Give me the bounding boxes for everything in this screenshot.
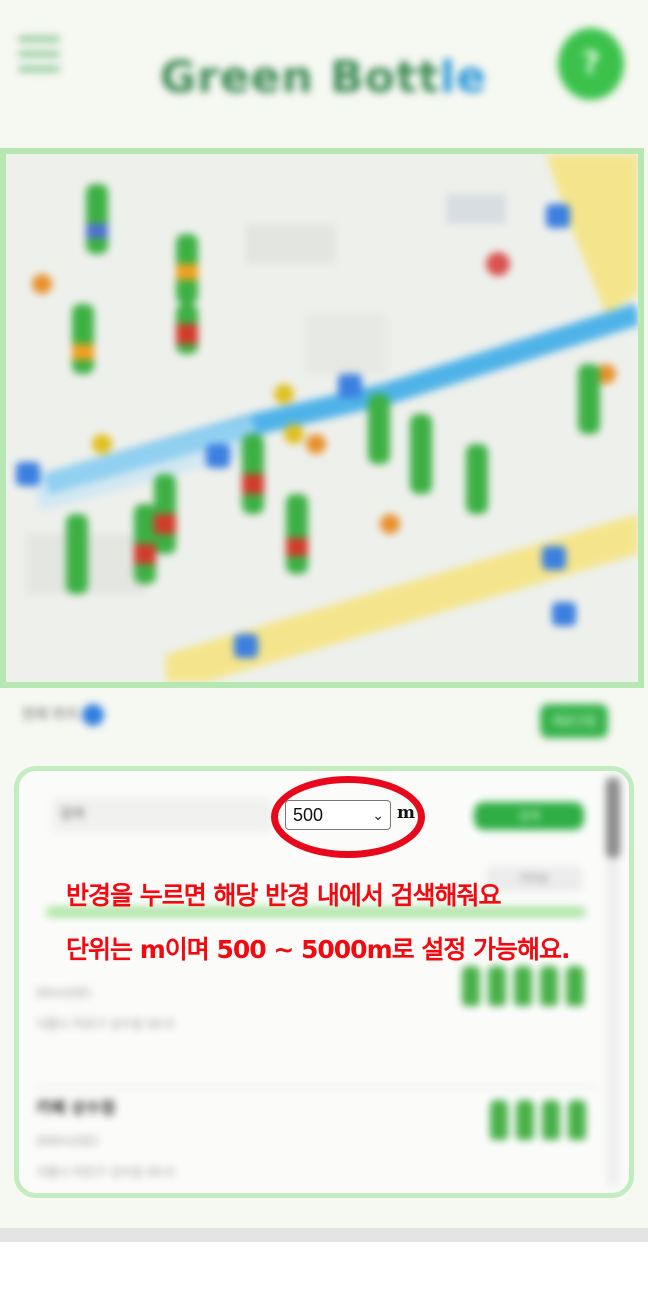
list-divider [36,1086,596,1088]
result-address: 서울시 마포구 상수동 00-0 [36,1017,175,1031]
result-bottle-icons [490,1100,586,1140]
app-logo: Green Bottle [160,52,487,103]
result-address: 서울시 마포구 상수동 00-0 [36,1165,175,1179]
current-location[interactable]: 현재 위치 [22,704,104,726]
app-screen: Green Bottle ? 현재 위치 새로고침 검색 500 ⌄ m 검색 … [0,0,648,1240]
help-button[interactable]: ? [558,28,624,100]
panel-scrollbar-thumb[interactable] [606,778,620,858]
bottom-shadow [0,1228,648,1242]
search-input[interactable]: 검색 [52,798,272,832]
map-canvas [6,154,638,682]
hamburger-icon[interactable] [18,36,60,80]
refresh-button[interactable]: 새로고침 [540,704,608,738]
map-view[interactable] [0,148,644,688]
search-button[interactable]: 검색 [474,802,584,830]
result-bottle-icons [462,966,584,1006]
annotation-line-1: 반경을 누르면 해당 반경 내에서 검색해줘요 [66,881,502,910]
highlight-oval [271,776,425,858]
location-pin-icon [81,704,104,726]
